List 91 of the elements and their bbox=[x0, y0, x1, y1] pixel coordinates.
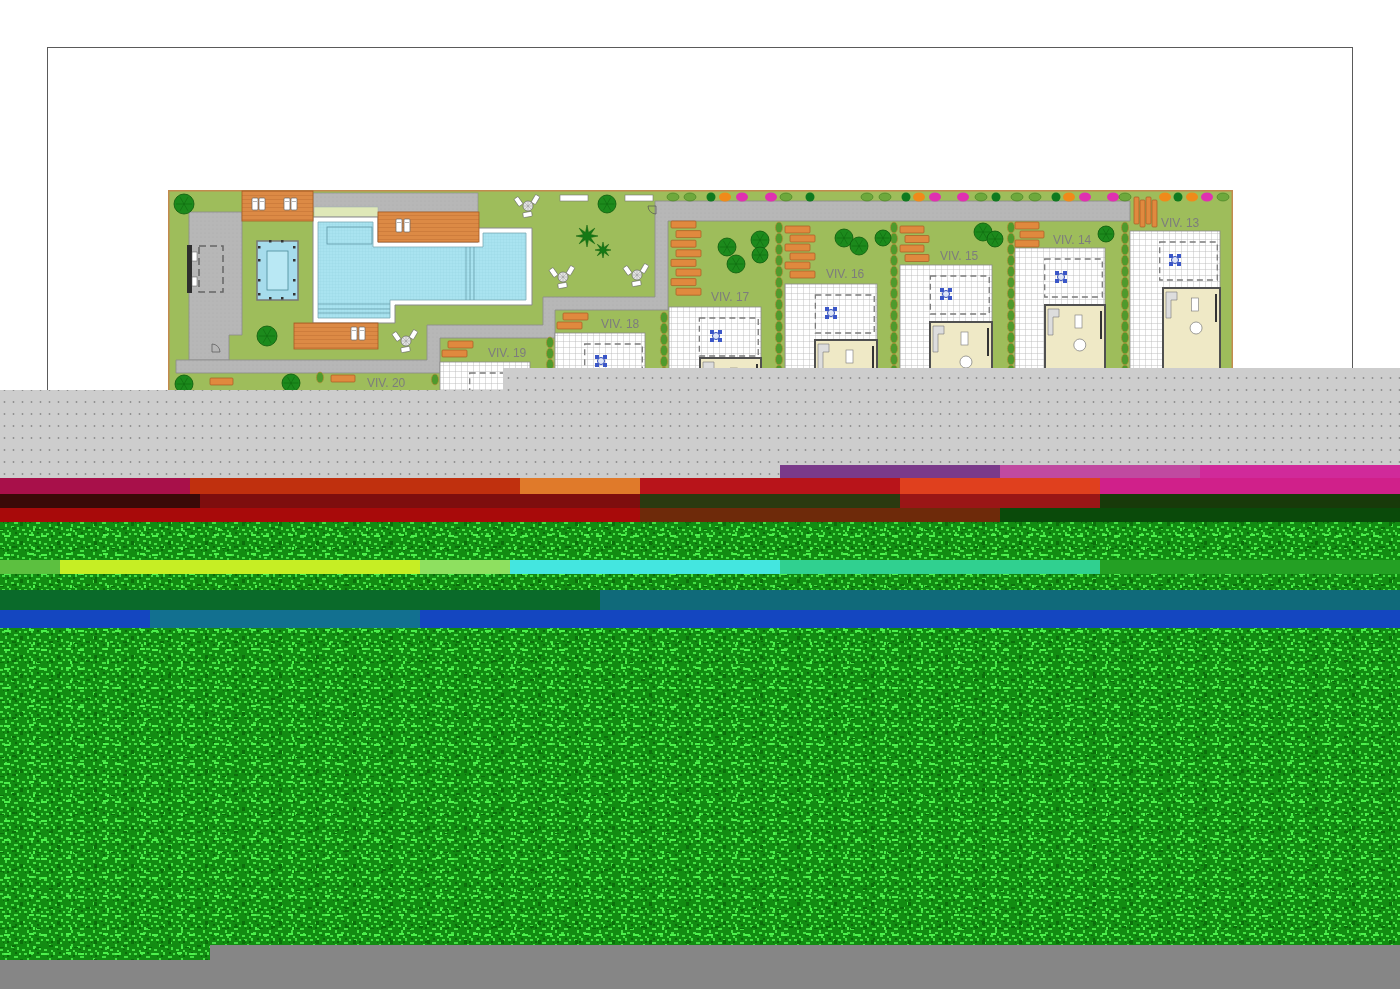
hedge bbox=[316, 371, 324, 384]
table-icon bbox=[710, 330, 722, 342]
shrub-icon bbox=[1028, 192, 1042, 202]
table-icon bbox=[825, 307, 837, 319]
shrub-icon bbox=[666, 192, 680, 202]
patio-table-icon bbox=[622, 263, 650, 288]
tree-icon bbox=[173, 193, 195, 215]
shrub-icon bbox=[1051, 192, 1061, 202]
flower-icon bbox=[1063, 192, 1075, 202]
flower-icon bbox=[736, 192, 748, 202]
wooden-plank bbox=[784, 243, 811, 252]
wooden-plank bbox=[899, 244, 925, 253]
tree-icon bbox=[986, 230, 1004, 248]
tree-icon bbox=[726, 254, 746, 274]
shrub-icon bbox=[683, 192, 697, 202]
wooden-plank bbox=[562, 312, 589, 321]
wooden-plank bbox=[675, 287, 702, 296]
shrub-icon bbox=[1118, 192, 1132, 202]
palm-tree-icon bbox=[575, 224, 599, 248]
flower-icon bbox=[1079, 192, 1091, 202]
bench bbox=[624, 194, 654, 202]
hedge bbox=[431, 373, 439, 386]
unit-label: VIV. 19 bbox=[488, 346, 527, 360]
shrub-icon bbox=[1010, 192, 1024, 202]
wooden-plank bbox=[789, 234, 816, 243]
flower-icon bbox=[1159, 192, 1171, 202]
wooden-plank bbox=[789, 252, 816, 261]
table-icon bbox=[1055, 271, 1067, 283]
wooden-plank bbox=[209, 377, 234, 386]
shrub-icon bbox=[706, 192, 716, 202]
patio-table-icon bbox=[513, 194, 541, 219]
tree-icon bbox=[256, 325, 278, 347]
tree-icon bbox=[874, 229, 892, 247]
tree-icon bbox=[597, 194, 617, 214]
door-icon bbox=[647, 205, 657, 215]
wooden-plank bbox=[1014, 239, 1040, 248]
unit-label: VIV. 15 bbox=[940, 249, 979, 263]
table-icon bbox=[595, 355, 607, 367]
patio-table-icon bbox=[391, 329, 419, 354]
wooden-plank bbox=[1019, 230, 1045, 239]
tree-icon bbox=[849, 236, 869, 256]
flower-icon bbox=[1186, 192, 1198, 202]
flower-icon bbox=[929, 192, 941, 202]
wooden-plank bbox=[899, 225, 925, 234]
unit-label: VIV. 16 bbox=[826, 267, 865, 281]
wooden-plank bbox=[789, 270, 816, 279]
palm-tree-icon bbox=[594, 241, 612, 259]
pergola bbox=[187, 245, 224, 293]
patio-table-icon bbox=[548, 265, 576, 290]
tree-icon bbox=[834, 228, 854, 248]
table-icon bbox=[1169, 254, 1181, 266]
flower-icon bbox=[957, 192, 969, 202]
flower-icon bbox=[765, 192, 777, 202]
shrub-icon bbox=[779, 192, 793, 202]
wooden-plank bbox=[556, 321, 583, 330]
shrub-icon bbox=[860, 192, 874, 202]
wooden-plank bbox=[670, 239, 697, 248]
tree-icon bbox=[751, 246, 769, 264]
tree-icon bbox=[1097, 225, 1115, 243]
tree-icon bbox=[750, 230, 770, 250]
table-icon bbox=[940, 288, 952, 300]
flower-icon bbox=[1107, 192, 1119, 202]
unit-label: VIV. 20 bbox=[367, 376, 406, 390]
unit-label: VIV. 17 bbox=[711, 290, 750, 304]
wooden-plank bbox=[784, 225, 811, 234]
shrub-icon bbox=[878, 192, 892, 202]
unit-label: VIV. 13 bbox=[1161, 216, 1200, 230]
flower-icon bbox=[1201, 192, 1213, 202]
wooden-plank bbox=[670, 220, 697, 229]
shrub-icon bbox=[974, 192, 988, 202]
door-icon bbox=[211, 343, 221, 353]
shrub-icon bbox=[991, 192, 1001, 202]
hot-tub bbox=[256, 240, 299, 301]
shrub-icon bbox=[901, 192, 911, 202]
planter-bed bbox=[313, 206, 379, 218]
wooden-plank bbox=[675, 249, 702, 258]
wooden-plank bbox=[441, 349, 468, 358]
wooden-plank bbox=[675, 268, 702, 277]
wooden-plank bbox=[1014, 221, 1040, 230]
flower-icon bbox=[719, 192, 731, 202]
shrub-icon bbox=[805, 192, 815, 202]
shrub-icon bbox=[1173, 192, 1183, 202]
wooden-plank bbox=[330, 374, 356, 383]
flower-icon bbox=[913, 192, 925, 202]
shrub-icon bbox=[1216, 192, 1230, 202]
tree-icon bbox=[717, 237, 737, 257]
unit-label: VIV. 18 bbox=[601, 317, 640, 331]
wooden-plank bbox=[784, 261, 811, 270]
unit-label: VIV. 14 bbox=[1053, 233, 1092, 247]
bench bbox=[559, 194, 589, 202]
wooden-plank bbox=[447, 340, 474, 349]
